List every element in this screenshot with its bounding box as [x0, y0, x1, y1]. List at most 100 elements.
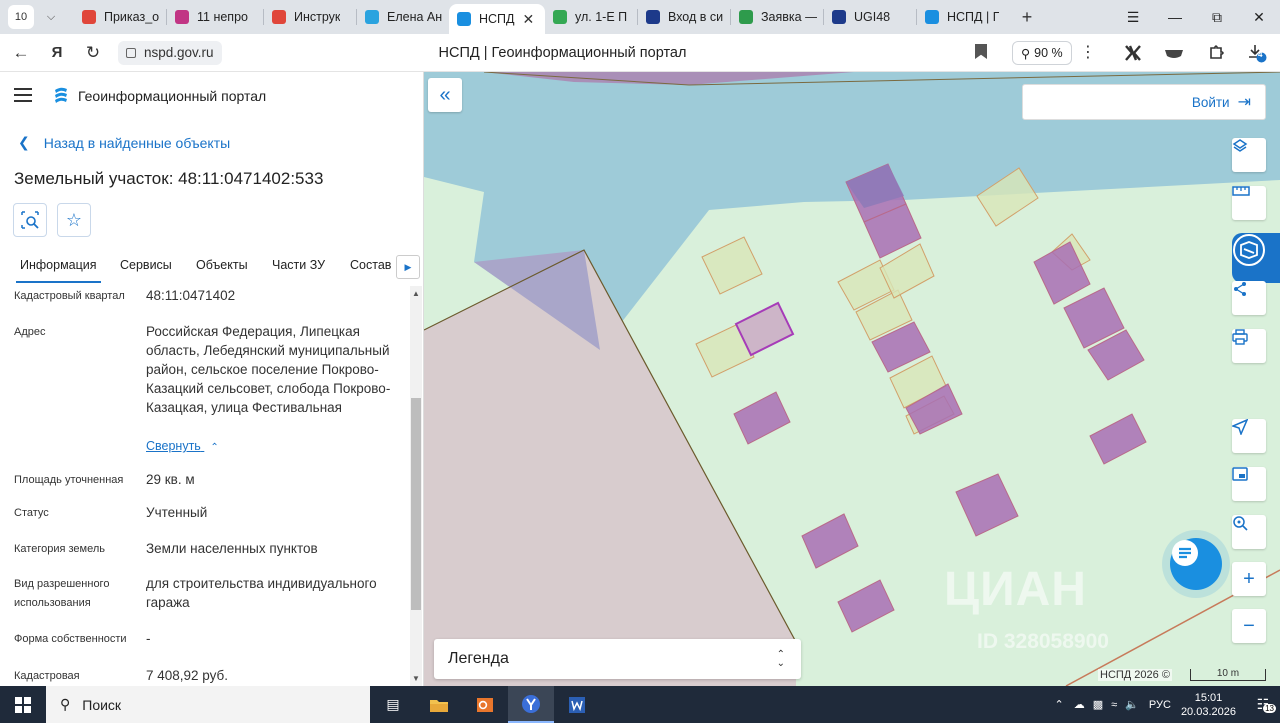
print-button[interactable] [1232, 329, 1266, 363]
collapse-panel-button[interactable]: « [428, 78, 462, 112]
scrollbar-thumb[interactable] [411, 398, 421, 610]
share-button[interactable] [1232, 281, 1266, 315]
file-explorer-icon[interactable] [416, 686, 462, 723]
tab-information[interactable]: Информация [16, 258, 101, 283]
address-bar: ← Я ↻ nspd.gov.ru НСПД | Геоинформационн… [0, 34, 1280, 72]
login-label: Войти [1191, 94, 1230, 110]
tab-parts[interactable]: Части ЗУ [272, 258, 325, 272]
task-view-icon[interactable]: ▤ [370, 686, 416, 723]
browser-tab[interactable]: НСПД | Г [917, 3, 1009, 31]
browser-tab[interactable]: Елена Ан [357, 3, 449, 31]
minimize-button[interactable]: — [1154, 0, 1196, 34]
clock[interactable]: 15:01 20.03.2026 [1181, 691, 1236, 719]
extension-puzzle-icon[interactable] [1205, 42, 1227, 64]
zoom-button[interactable]: ⚲ 90 % [1012, 41, 1072, 65]
onedrive-icon[interactable]: ☁ [1074, 698, 1085, 711]
legend-panel[interactable]: Легенда ⌃ ⌄ [434, 639, 801, 679]
favorite-button[interactable]: ☆ [57, 203, 91, 237]
close-window-button[interactable]: ✕ [1238, 0, 1280, 34]
network-icon[interactable]: ▩ [1093, 698, 1103, 711]
tab-composition[interactable]: Состав [350, 258, 391, 272]
wifi-icon[interactable]: ≈ [1111, 699, 1117, 711]
info-fields: Кадастровый квартал 48:11:0471402 Адрес … [0, 286, 410, 686]
minimap-button[interactable] [1232, 467, 1266, 501]
star-icon: ☆ [65, 209, 83, 230]
new-tab-button[interactable]: + [1015, 5, 1039, 29]
locate-object-button[interactable] [13, 203, 47, 237]
zoom-magnifier-icon: ⚲ [1021, 46, 1031, 61]
tab-favicon-icon [175, 10, 189, 24]
login-button[interactable]: Войти ⇥ [1022, 84, 1266, 120]
url-field[interactable]: nspd.gov.ru [118, 40, 222, 65]
download-badge: 4 [1258, 50, 1263, 59]
downloads-icon[interactable]: 4 [1246, 42, 1268, 64]
plus-icon: + [1243, 567, 1255, 590]
field-value: - [146, 631, 151, 646]
search-icon: ⚲ [60, 696, 71, 712]
tab-list-chevron-icon[interactable]: ⌵ [38, 5, 64, 29]
browser-tab[interactable]: Вход в си [638, 3, 730, 31]
panel-scrollbar[interactable]: ▲ ▼ [410, 286, 422, 686]
scroll-down-icon[interactable]: ▼ [412, 674, 420, 683]
browser-tab[interactable]: НСПД ✕ [449, 4, 545, 34]
extension-kontur-icon[interactable] [1122, 42, 1144, 64]
restore-button[interactable]: ⧉ [1196, 0, 1238, 34]
tab-favicon-icon [832, 10, 846, 24]
field-label: Адрес [14, 326, 46, 338]
map-canvas[interactable]: ЦИАН ID 328058900 « Войти ⇥ + − Легенда [424, 72, 1280, 686]
map-layers[interactable] [424, 72, 1280, 686]
notifications-icon[interactable]: ☷ 13 [1246, 696, 1280, 713]
back-to-results-link[interactable]: ❮ Назад в найденные объекты [18, 134, 230, 151]
browser-tab[interactable]: 11 непро [167, 3, 263, 31]
tab-objects[interactable]: Объекты [196, 258, 248, 272]
volume-icon[interactable]: 🔈 [1125, 698, 1139, 711]
minus-icon: − [1243, 614, 1255, 637]
layers-button[interactable] [1232, 138, 1266, 172]
reload-icon[interactable]: ↻ [78, 38, 108, 68]
tabs-scroll-right-icon[interactable]: ▶ [396, 255, 420, 279]
browser-tab[interactable]: Инструк [264, 3, 356, 31]
menu-hamburger-icon[interactable] [14, 88, 32, 102]
browser-tab[interactable]: ул. 1-Е П [545, 3, 637, 31]
address-value: Российская Федерация, Липецкая область, … [146, 324, 391, 415]
browser-tab[interactable]: UGI48 [824, 3, 916, 31]
lock-icon [126, 47, 136, 58]
nspd-logo-icon [55, 87, 67, 103]
search-location-button[interactable] [1232, 515, 1266, 549]
pkk-service-button[interactable] [1232, 233, 1280, 283]
tab-title: НСПД [479, 12, 515, 26]
yandex-browser-icon[interactable] [508, 686, 554, 723]
back-arrow-icon[interactable]: ← [6, 38, 36, 68]
scroll-up-icon[interactable]: ▲ [412, 289, 420, 298]
tray-expand-icon[interactable]: ⌃ [1055, 698, 1064, 711]
tab-favicon-icon [365, 10, 379, 24]
chat-support-button[interactable] [1170, 538, 1222, 590]
language-indicator[interactable]: РУС [1149, 699, 1171, 711]
zoom-in-button[interactable]: + [1232, 562, 1266, 596]
outlook-icon[interactable] [462, 686, 508, 723]
taskbar-search[interactable]: ⚲ Поиск [46, 686, 370, 723]
zoom-out-button[interactable]: − [1232, 609, 1266, 643]
collapse-link[interactable]: Свернуть ⌃ [146, 439, 219, 453]
zoom-level: 90 % [1034, 46, 1063, 60]
browser-menu-icon[interactable]: ☰ [1112, 0, 1154, 34]
more-vertical-icon[interactable]: ⋮ [1080, 42, 1096, 62]
word-icon[interactable] [554, 686, 600, 723]
bookmark-icon[interactable] [975, 44, 987, 59]
ruler-button[interactable] [1232, 186, 1266, 220]
geolocation-button[interactable] [1232, 419, 1266, 453]
field-label: Площадь уточненная [14, 474, 124, 486]
parcel-large[interactable] [424, 250, 796, 686]
browser-tab[interactable]: Приказ_о [74, 3, 166, 31]
close-tab-icon[interactable]: ✕ [523, 11, 535, 28]
extension-hat-icon[interactable] [1163, 42, 1185, 64]
field-value: Учтенный [146, 505, 208, 520]
windows-start-icon[interactable] [0, 686, 46, 723]
search-placeholder: Поиск [82, 696, 122, 713]
tab-count-button[interactable]: 10 [8, 5, 34, 29]
tab-services[interactable]: Сервисы [120, 258, 172, 272]
yandex-home-icon[interactable]: Я [42, 38, 72, 68]
tab-title: Приказ_о [104, 10, 160, 24]
tab-title: Инструк [294, 10, 341, 24]
browser-tab[interactable]: Заявка — [731, 3, 823, 31]
